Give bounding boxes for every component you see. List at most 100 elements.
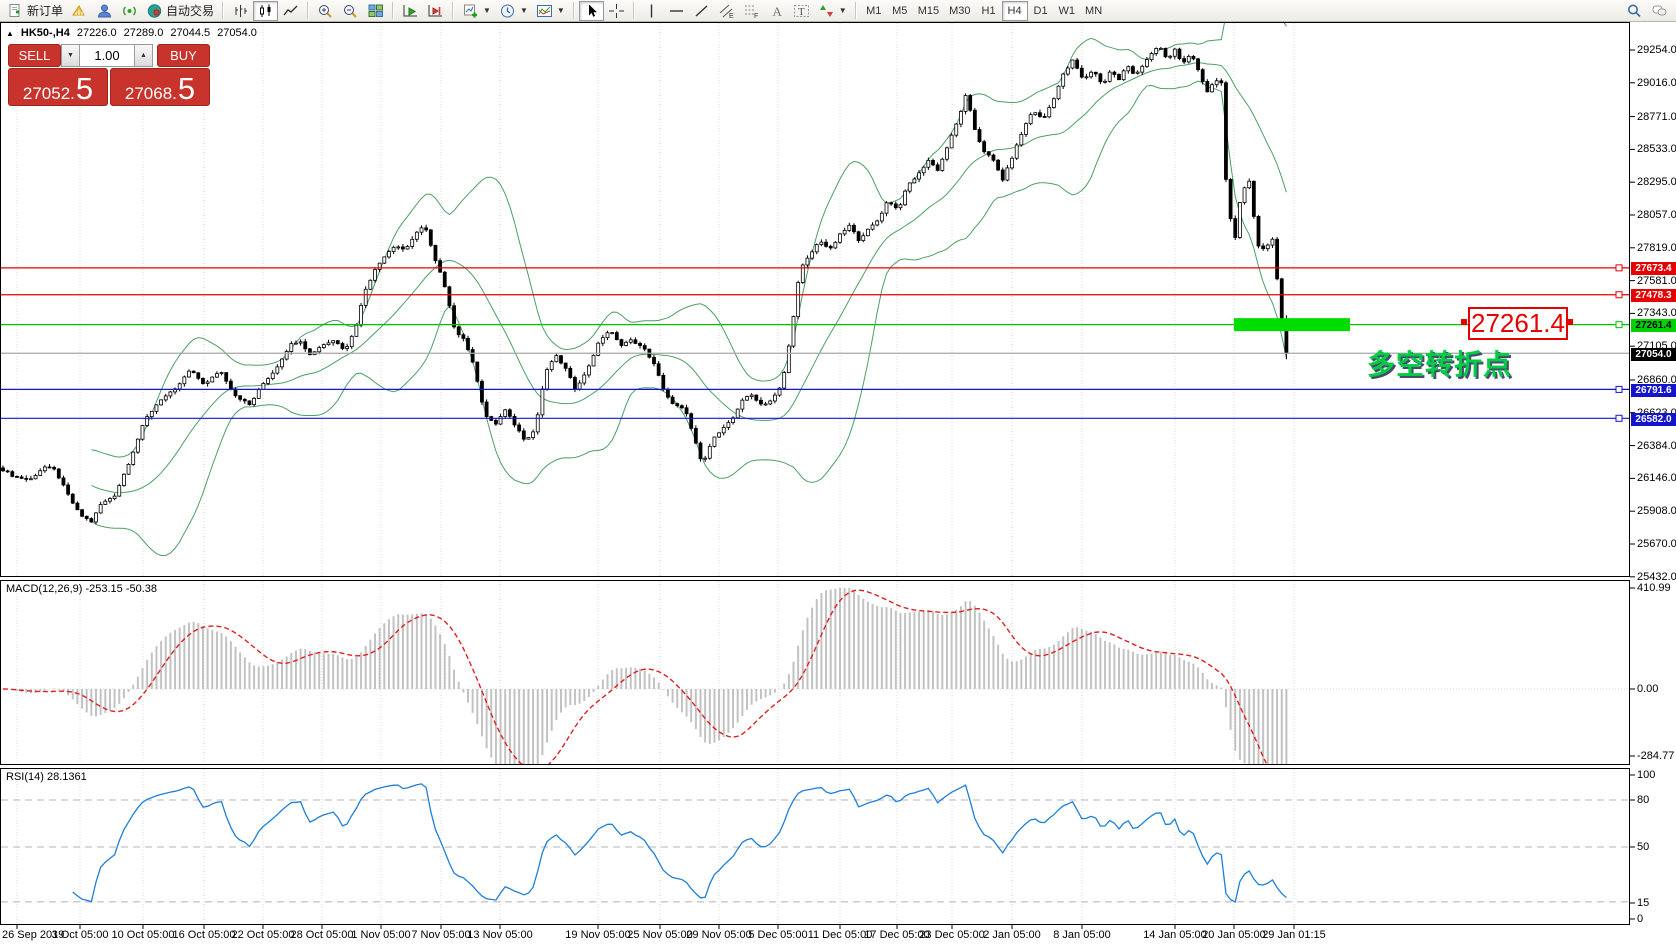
horizontal-line-tool-button[interactable] (664, 1, 689, 21)
collapse-triangle-icon[interactable]: ▲ (6, 29, 14, 38)
candle-body (485, 402, 488, 417)
line-chart-button[interactable] (278, 1, 303, 21)
vertical-line-tool-button[interactable] (639, 1, 664, 21)
search-button[interactable] (1622, 1, 1647, 21)
candle-body (453, 306, 456, 327)
profile-button[interactable] (92, 1, 117, 21)
trendline-tool-button[interactable] (689, 1, 714, 21)
candle-body (1192, 56, 1195, 58)
new-order-button[interactable]: 新订单 (3, 1, 67, 21)
text-label-icon: T (793, 3, 810, 19)
zoom-in-icon (317, 3, 334, 19)
volume-input[interactable] (80, 44, 134, 67)
candlestick-chart-icon (257, 3, 274, 19)
toolbar-separator (222, 2, 224, 19)
new-chart-button[interactable]: ▼ (458, 1, 495, 21)
timeframe-button-d1[interactable]: D1 (1028, 1, 1054, 21)
timeframe-button-m5[interactable]: M5 (887, 1, 913, 21)
candle-body (285, 351, 288, 359)
buy-button[interactable]: BUY (157, 44, 210, 67)
candle-body (504, 410, 507, 417)
line-handle[interactable] (1616, 292, 1622, 298)
chat-icon (1651, 3, 1668, 19)
timeframe-button-w1[interactable]: W1 (1054, 1, 1081, 21)
candle-body (945, 148, 948, 159)
equidistant-channel-tool-button[interactable]: E (714, 1, 739, 21)
timeframe-button-mn[interactable]: MN (1080, 1, 1107, 21)
chat-button[interactable] (1647, 1, 1672, 21)
terminal-window: 新订单 自动交易 (0, 0, 1676, 945)
volume-increase-button[interactable]: ▲ (134, 44, 153, 67)
cursor-icon (583, 3, 600, 19)
auto-scroll-icon (402, 3, 419, 19)
candle-body (1048, 108, 1051, 117)
chart-canvas[interactable] (0, 0, 1676, 945)
text-tool-button[interactable]: A (764, 1, 789, 21)
candle-body (862, 236, 865, 241)
arrows-tool-button[interactable]: ▼ (814, 1, 851, 21)
turning-point-annotation[interactable]: 多空转折点 (1367, 343, 1512, 383)
sell-price[interactable]: 27052. 5 (8, 68, 108, 106)
price-tick-label: 27819.0 (1637, 242, 1676, 254)
auto-scroll-button[interactable] (398, 1, 423, 21)
tile-windows-button[interactable] (363, 1, 388, 21)
zoom-in-button[interactable] (313, 1, 338, 21)
candle-body (350, 336, 353, 346)
highlight-rectangle[interactable] (1234, 318, 1350, 331)
symbol-title: HK50-,H4 (21, 27, 70, 39)
candle-body (71, 494, 74, 503)
zoom-out-button[interactable] (338, 1, 363, 21)
candle-body (113, 496, 116, 498)
signals-button[interactable] (117, 1, 142, 21)
line-handle[interactable] (1616, 322, 1622, 328)
candle-body (276, 367, 279, 373)
candle-body (1145, 60, 1148, 67)
candlestick-chart-button[interactable] (253, 1, 278, 21)
cursor-tool-button[interactable] (579, 1, 604, 21)
svg-text:E: E (729, 13, 734, 19)
chart-shift-button[interactable] (423, 1, 448, 21)
timeframe-button-m15[interactable]: M15 (913, 1, 944, 21)
indicators-button[interactable]: ▼ (532, 1, 569, 21)
rsi-tick-label: 50 (1637, 841, 1649, 853)
candle-body (1113, 72, 1116, 74)
text-label-tool-button[interactable]: T (789, 1, 814, 21)
line-handle[interactable] (1616, 265, 1622, 271)
candle-body (708, 446, 711, 458)
volume-decrease-button[interactable]: ▼ (61, 44, 80, 67)
time-tick-label: 29 Nov 05:00 (686, 929, 751, 941)
price-annotation-label[interactable]: 27261.4 (1468, 307, 1568, 340)
sell-button[interactable]: SELL (8, 44, 61, 67)
price-tick-label: 26384.0 (1637, 440, 1676, 452)
svg-text:F: F (754, 13, 758, 19)
candle-body (908, 183, 911, 191)
candle-body (508, 410, 511, 416)
candle-body (987, 152, 990, 155)
line-handle[interactable] (1616, 415, 1622, 421)
charts-button[interactable] (67, 1, 92, 21)
line-handle[interactable] (1616, 386, 1622, 392)
candle-body (215, 374, 218, 377)
period-button[interactable]: ▼ (495, 1, 532, 21)
price-tick-label: 29254.0 (1637, 44, 1676, 56)
timeframe-button-m30[interactable]: M30 (944, 1, 975, 21)
candle-body (941, 159, 944, 170)
timeframe-button-m1[interactable]: M1 (861, 1, 887, 21)
candle-body (1006, 168, 1009, 180)
label-handle-right[interactable] (1567, 319, 1573, 325)
candle-body (1252, 181, 1255, 216)
time-tick-label: 14 Jan 05:00 (1143, 929, 1207, 941)
candle-body (1122, 71, 1125, 80)
candle-body (271, 373, 274, 379)
buy-price[interactable]: 27068. 5 (110, 68, 210, 106)
candle-body (434, 245, 437, 260)
fibonacci-tool-button[interactable]: F (739, 1, 764, 21)
bar-chart-button[interactable] (228, 1, 253, 21)
crosshair-tool-button[interactable] (604, 1, 629, 21)
candle-body (1197, 59, 1200, 70)
auto-trading-button[interactable]: 自动交易 (142, 1, 218, 21)
timeframe-button-h1[interactable]: H1 (976, 1, 1002, 21)
timeframe-button-h4[interactable]: H4 (1002, 1, 1028, 21)
label-handle-left[interactable] (1461, 319, 1467, 325)
candle-body (541, 389, 544, 415)
